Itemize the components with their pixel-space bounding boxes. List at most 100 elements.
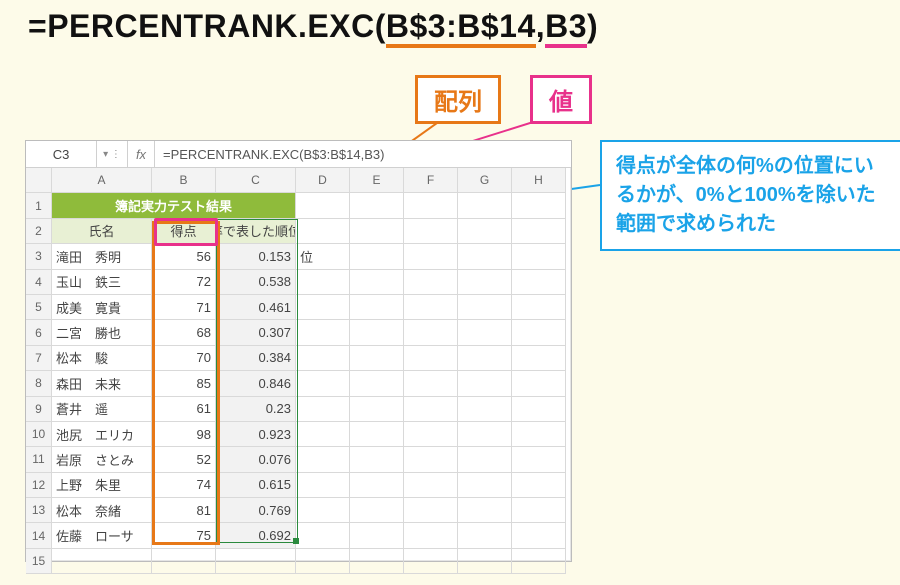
empty-cell[interactable] [404, 447, 458, 472]
formula-bar[interactable]: =PERCENTRANK.EXC(B$3:B$14,B3) [155, 141, 571, 167]
row-header[interactable]: 3 [26, 244, 52, 269]
empty-cell[interactable] [216, 549, 296, 574]
cell-name[interactable]: 松本 駿 [52, 346, 152, 371]
cell-score[interactable]: 85 [152, 371, 216, 396]
cell-name[interactable]: 森田 未来 [52, 371, 152, 396]
cell-score[interactable]: 72 [152, 270, 216, 295]
empty-cell[interactable] [350, 193, 404, 218]
empty-cell[interactable] [404, 498, 458, 523]
row-header[interactable]: 15 [26, 549, 52, 574]
empty-cell[interactable] [458, 523, 512, 548]
cell-rank[interactable]: 0.846 [216, 371, 296, 396]
cell-score[interactable]: 98 [152, 422, 216, 447]
cell-score[interactable]: 75 [152, 523, 216, 548]
empty-cell[interactable] [512, 473, 566, 498]
cell-name[interactable]: 池尻 エリカ [52, 422, 152, 447]
empty-cell[interactable] [404, 371, 458, 396]
empty-cell[interactable] [52, 549, 152, 574]
row-header[interactable]: 8 [26, 371, 52, 396]
column-header[interactable]: G [458, 168, 512, 193]
empty-cell[interactable] [350, 473, 404, 498]
empty-cell[interactable] [404, 320, 458, 345]
empty-cell[interactable] [512, 320, 566, 345]
empty-cell[interactable] [458, 219, 512, 244]
empty-cell[interactable] [350, 320, 404, 345]
cell-d[interactable] [296, 270, 350, 295]
empty-cell[interactable] [404, 473, 458, 498]
empty-cell[interactable] [350, 422, 404, 447]
empty-cell[interactable] [512, 295, 566, 320]
spreadsheet-grid[interactable]: ABCDEFGH1簿記実力テスト結果2氏名得点率で表した順位3滝田 秀明560.… [26, 168, 571, 574]
empty-cell[interactable] [350, 498, 404, 523]
column-header[interactable]: H [512, 168, 566, 193]
cell-rank[interactable]: 0.615 [216, 473, 296, 498]
empty-cell[interactable] [404, 295, 458, 320]
row-header[interactable]: 11 [26, 447, 52, 472]
column-header[interactable]: C [216, 168, 296, 193]
column-header[interactable]: B [152, 168, 216, 193]
cell-d[interactable] [296, 295, 350, 320]
cell-name[interactable]: 蒼井 遥 [52, 397, 152, 422]
column-header[interactable]: D [296, 168, 350, 193]
row-header[interactable]: 9 [26, 397, 52, 422]
row-header[interactable]: 10 [26, 422, 52, 447]
empty-cell[interactable] [350, 346, 404, 371]
empty-cell[interactable] [404, 219, 458, 244]
column-header[interactable]: A [52, 168, 152, 193]
empty-cell[interactable] [458, 498, 512, 523]
column-header[interactable]: E [350, 168, 404, 193]
empty-cell[interactable] [458, 447, 512, 472]
empty-cell[interactable] [350, 447, 404, 472]
cell-score[interactable]: 56 [152, 244, 216, 269]
cell-rank[interactable]: 0.769 [216, 498, 296, 523]
empty-cell[interactable] [512, 523, 566, 548]
empty-cell[interactable] [350, 371, 404, 396]
cell-d[interactable]: 位 [296, 244, 350, 269]
cell-d[interactable] [296, 498, 350, 523]
cell-d[interactable] [296, 397, 350, 422]
cell-name[interactable]: 上野 朱里 [52, 473, 152, 498]
cell-d[interactable] [296, 320, 350, 345]
row-header[interactable]: 6 [26, 320, 52, 345]
empty-cell[interactable] [458, 270, 512, 295]
empty-cell[interactable] [512, 270, 566, 295]
row-header[interactable]: 7 [26, 346, 52, 371]
cell-rank[interactable]: 0.23 [216, 397, 296, 422]
empty-cell[interactable] [458, 473, 512, 498]
cell-d[interactable] [296, 473, 350, 498]
empty-cell[interactable] [512, 447, 566, 472]
empty-cell[interactable] [458, 193, 512, 218]
empty-cell[interactable] [512, 549, 566, 574]
row-header[interactable]: 13 [26, 498, 52, 523]
row-header[interactable]: 1 [26, 193, 52, 218]
empty-cell[interactable] [458, 320, 512, 345]
empty-cell[interactable] [512, 397, 566, 422]
cell-score[interactable]: 68 [152, 320, 216, 345]
empty-cell[interactable] [458, 397, 512, 422]
empty-cell[interactable] [458, 549, 512, 574]
cell-rank[interactable]: 0.461 [216, 295, 296, 320]
row-header[interactable]: 4 [26, 270, 52, 295]
empty-cell[interactable] [404, 549, 458, 574]
cell-score[interactable]: 70 [152, 346, 216, 371]
cell-rank[interactable]: 0.692 [216, 523, 296, 548]
empty-cell[interactable] [296, 549, 350, 574]
cell-rank[interactable]: 0.923 [216, 422, 296, 447]
cell-name[interactable]: 成美 寛貴 [52, 295, 152, 320]
empty-cell[interactable] [404, 270, 458, 295]
empty-cell[interactable] [350, 523, 404, 548]
empty-cell[interactable] [512, 346, 566, 371]
empty-cell[interactable] [512, 498, 566, 523]
cell-name[interactable]: 玉山 鉄三 [52, 270, 152, 295]
empty-cell[interactable] [458, 244, 512, 269]
cell-name[interactable]: 滝田 秀明 [52, 244, 152, 269]
row-header[interactable]: 2 [26, 219, 52, 244]
empty-cell[interactable] [350, 549, 404, 574]
empty-cell[interactable] [512, 244, 566, 269]
cell-d[interactable] [296, 447, 350, 472]
cell-d[interactable] [296, 422, 350, 447]
cell-rank[interactable]: 0.307 [216, 320, 296, 345]
empty-cell[interactable] [350, 397, 404, 422]
row-header[interactable]: 12 [26, 473, 52, 498]
empty-cell[interactable] [404, 346, 458, 371]
